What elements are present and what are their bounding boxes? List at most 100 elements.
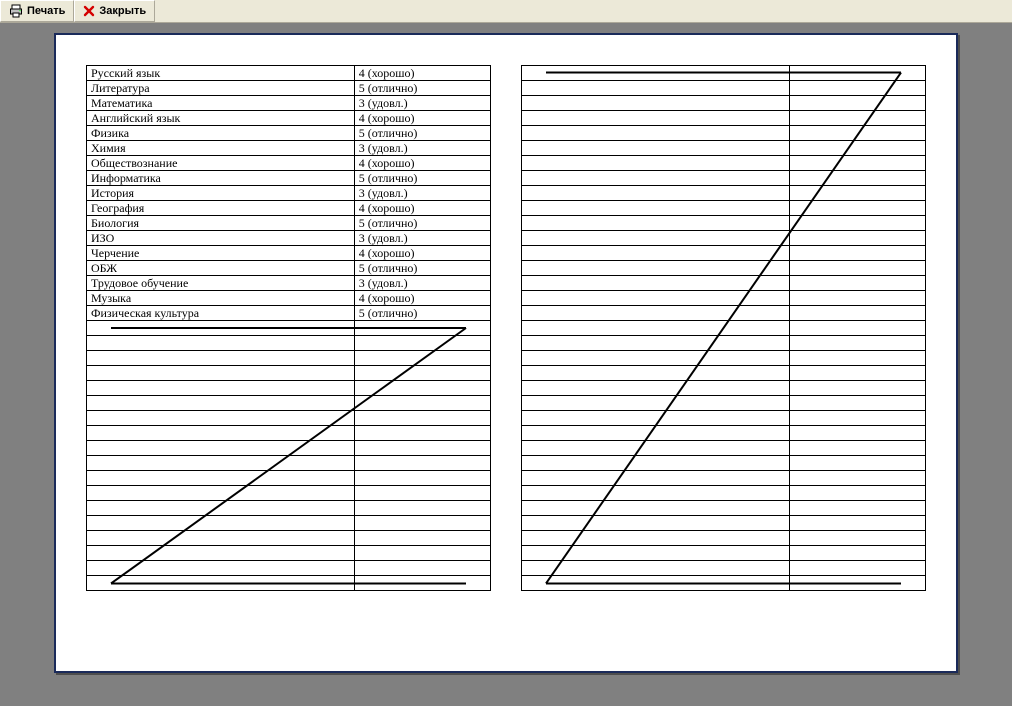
grade-cell [789,66,925,81]
grade-cell [354,486,490,501]
grade-cell: 3 (удовл.) [354,141,490,156]
grade-cell [789,546,925,561]
table-row [522,561,926,576]
grade-cell [789,291,925,306]
subject-cell [87,561,355,576]
table-row: Химия3 (удовл.) [87,141,491,156]
grade-cell: 4 (хорошо) [354,111,490,126]
subject-cell [87,501,355,516]
subject-cell [522,471,790,486]
table-row [522,291,926,306]
subject-cell [87,366,355,381]
grade-cell [354,321,490,336]
subject-cell [522,246,790,261]
grade-cell [789,396,925,411]
grade-cell: 3 (удовл.) [354,231,490,246]
grade-cell: 4 (хорошо) [354,201,490,216]
table-row: Обществознание4 (хорошо) [87,156,491,171]
grade-cell [789,231,925,246]
grade-cell: 3 (удовл.) [354,276,490,291]
subject-cell [87,531,355,546]
subject-cell: Химия [87,141,355,156]
table-row: Музыка4 (хорошо) [87,291,491,306]
grade-cell [354,336,490,351]
table-row [522,396,926,411]
subject-cell [522,501,790,516]
subject-cell [522,66,790,81]
table-row [522,81,926,96]
subject-cell [522,231,790,246]
subject-cell [522,351,790,366]
subject-cell: История [87,186,355,201]
grade-cell [789,411,925,426]
subject-cell: ОБЖ [87,261,355,276]
subject-cell [522,276,790,291]
grade-cell [789,441,925,456]
table-row [522,336,926,351]
table-row: История3 (удовл.) [87,186,491,201]
table-row [87,546,491,561]
table-row [87,426,491,441]
subject-cell [522,321,790,336]
subject-cell [522,531,790,546]
subject-cell [522,456,790,471]
table-row [522,126,926,141]
grade-cell [789,336,925,351]
subject-cell [87,456,355,471]
grade-cell [789,321,925,336]
grade-cell [354,576,490,591]
table-row [87,366,491,381]
subject-cell [87,381,355,396]
table-row: Биология5 (отлично) [87,216,491,231]
grade-cell: 5 (отлично) [354,261,490,276]
close-button[interactable]: Закрыть [74,0,155,22]
subject-cell [87,486,355,501]
subject-cell [87,576,355,591]
subject-cell [522,516,790,531]
subject-cell [87,411,355,426]
table-row [522,306,926,321]
grade-cell [354,456,490,471]
close-icon [83,5,95,17]
table-row: Русский язык4 (хорошо) [87,66,491,81]
table-row [87,501,491,516]
subject-cell [87,426,355,441]
table-row [522,426,926,441]
subject-cell [522,126,790,141]
table-row [87,336,491,351]
subject-cell: Физика [87,126,355,141]
grade-cell [789,81,925,96]
table-row [522,201,926,216]
grade-cell: 4 (хорошо) [354,156,490,171]
table-row [87,471,491,486]
subject-cell [522,546,790,561]
table-row [522,456,926,471]
subject-cell [522,201,790,216]
grade-cell [354,531,490,546]
subject-cell [522,396,790,411]
subject-cell [522,81,790,96]
subject-cell: Английский язык [87,111,355,126]
table-row: Математика3 (удовл.) [87,96,491,111]
table-row [87,486,491,501]
table-row [522,156,926,171]
grade-cell [354,516,490,531]
print-button[interactable]: Печать [0,0,74,22]
table-row [522,531,926,546]
grade-cell [789,471,925,486]
grade-cell: 4 (хорошо) [354,246,490,261]
table-row [87,351,491,366]
subject-cell [522,141,790,156]
grade-cell [789,276,925,291]
subject-cell [522,381,790,396]
print-label: Печать [27,5,65,17]
table-row [522,216,926,231]
grade-cell [789,246,925,261]
table-row: ОБЖ5 (отлично) [87,261,491,276]
grade-cell [354,561,490,576]
table-row [522,66,926,81]
table-row [522,501,926,516]
table-row [87,516,491,531]
subject-cell: Черчение [87,246,355,261]
subject-cell: Литература [87,81,355,96]
